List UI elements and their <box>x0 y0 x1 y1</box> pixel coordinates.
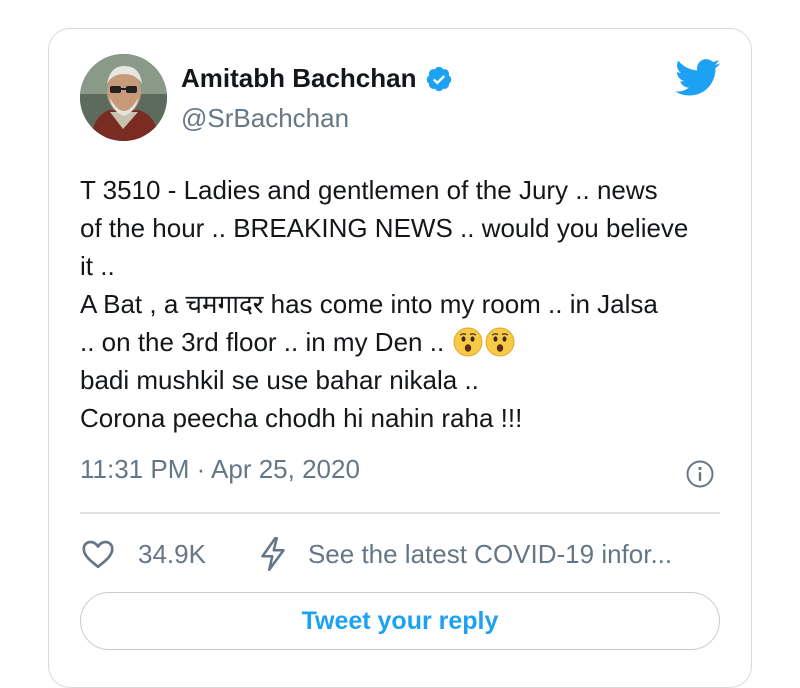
tweet-line: A Bat , a चमगादर has come into my room .… <box>80 289 658 319</box>
tweet-line: it .. <box>80 251 115 281</box>
tweet-line: badi mushkil se use bahar nikala .. <box>80 365 479 395</box>
tweet-text: T 3510 - Ladies and gentlemen of the Jur… <box>80 171 730 437</box>
tweet-timestamp[interactable]: 11:31 PM · Apr 25, 2020 <box>80 454 360 485</box>
tweet-actions: 34.9K See the latest COVID-19 infor... <box>80 534 730 574</box>
avatar[interactable] <box>80 54 167 141</box>
tweet-line: .. on the 3rd floor .. in my Den .. <box>80 327 445 357</box>
hushed-face-emoji <box>485 327 515 357</box>
heart-icon[interactable] <box>80 536 116 572</box>
covid-info-link[interactable]: See the latest COVID-19 infor... <box>308 539 672 570</box>
author-handle[interactable]: @SrBachchan <box>181 103 349 134</box>
tweet-line: T 3510 - Ladies and gentlemen of the Jur… <box>80 175 658 205</box>
verified-badge-icon <box>425 65 453 93</box>
like-count[interactable]: 34.9K <box>138 539 206 570</box>
author-name-row[interactable]: Amitabh Bachchan <box>181 63 453 94</box>
divider <box>80 512 720 514</box>
lightning-bolt-icon[interactable] <box>258 536 288 572</box>
author-display-name[interactable]: Amitabh Bachchan <box>181 63 417 94</box>
hushed-face-emoji <box>453 327 483 357</box>
tweet-line-with-emoji: .. on the 3rd floor .. in my Den .. <box>80 323 730 361</box>
tweet-line: Corona peecha chodh hi nahin raha !!! <box>80 403 523 433</box>
tweet-your-reply-button[interactable]: Tweet your reply <box>80 592 720 650</box>
twitter-bird-icon[interactable] <box>675 59 721 97</box>
tweet-card: Amitabh Bachchan @SrBachchan T 3510 - La… <box>48 28 752 688</box>
tweet-line: of the hour .. BREAKING NEWS .. would yo… <box>80 213 689 243</box>
info-icon[interactable] <box>685 459 715 489</box>
